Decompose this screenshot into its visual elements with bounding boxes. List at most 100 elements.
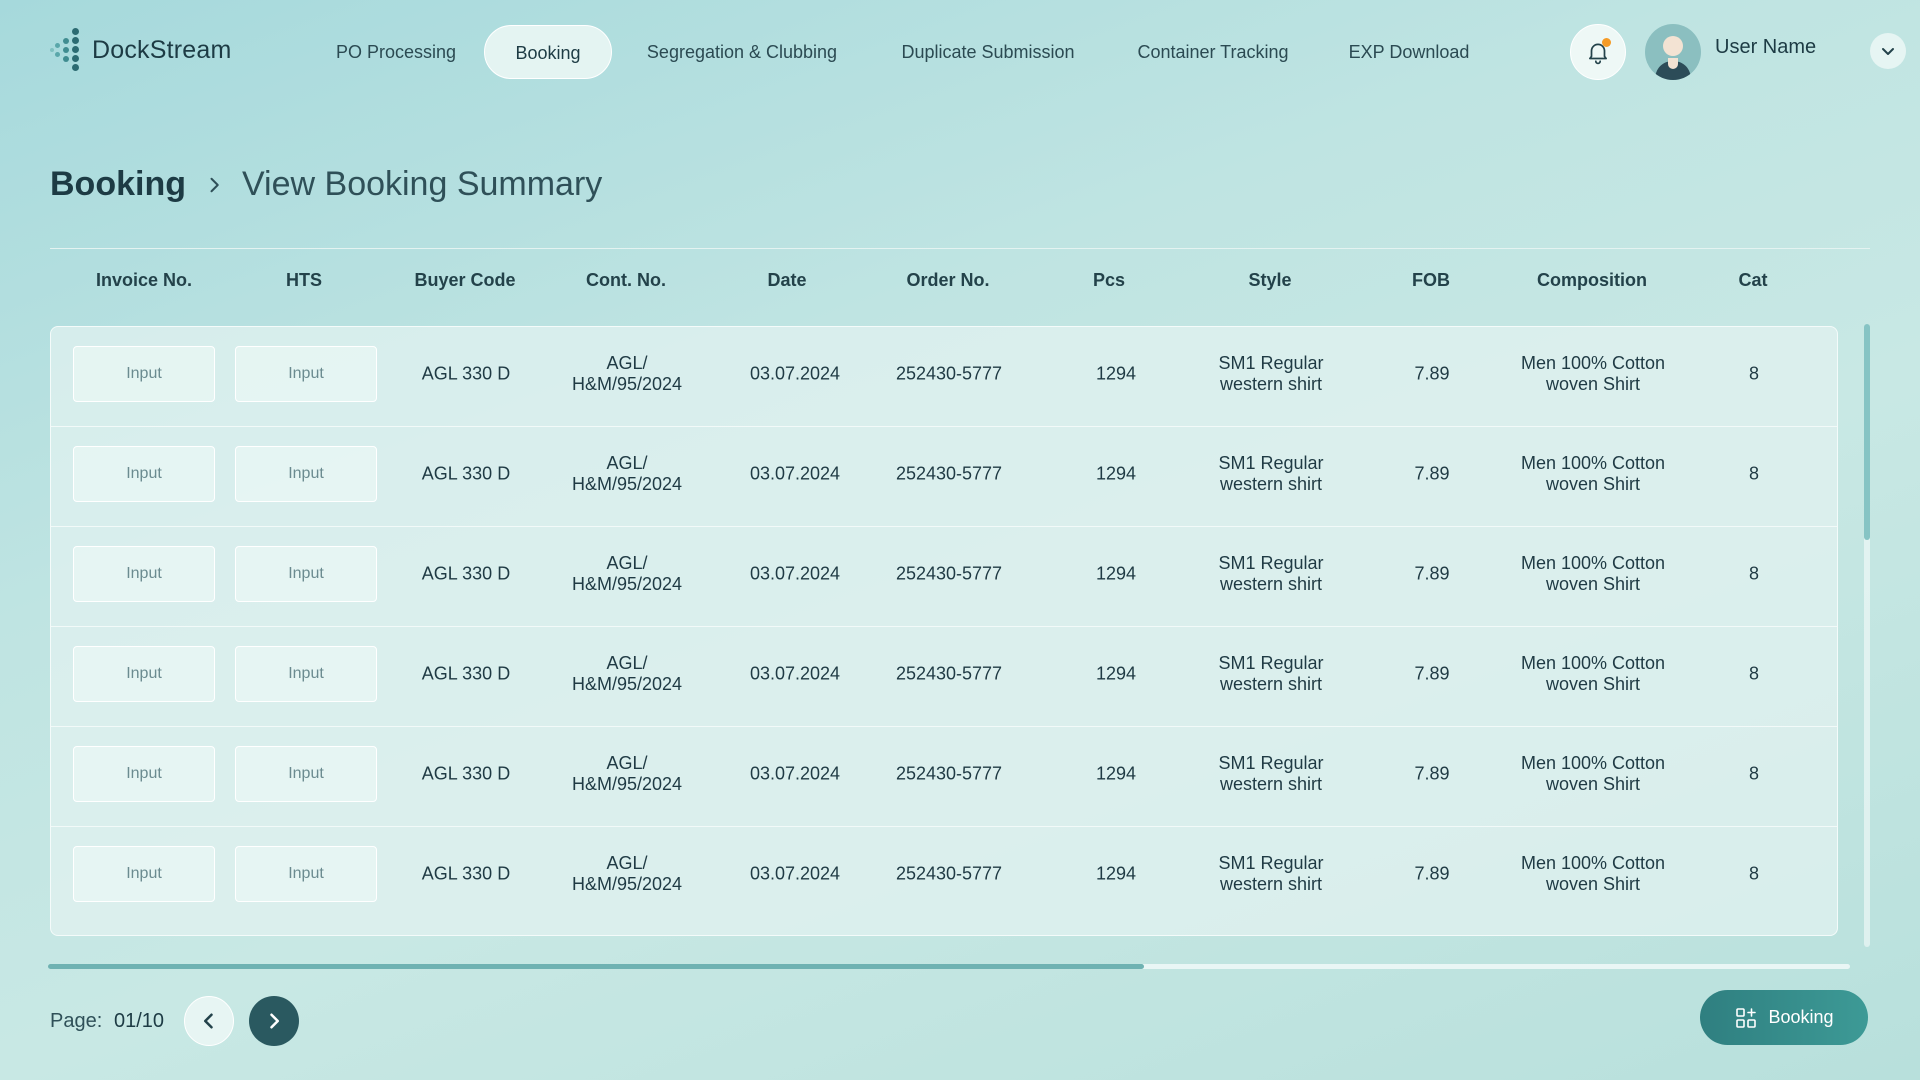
nav-item-exp-download[interactable]: EXP Download xyxy=(1336,25,1482,79)
style-cell: SM1 Regular western shirt xyxy=(1218,353,1323,395)
cont-no-line-2: H&M/95/2024 xyxy=(571,574,683,594)
dockstream-logo-icon xyxy=(50,28,80,72)
column-header-cont-no: Cont. No. xyxy=(586,270,666,290)
notification-dot xyxy=(1602,38,1611,47)
nav-item-duplicate-submission[interactable]: Duplicate Submission xyxy=(886,25,1090,79)
invoice-no-input[interactable] xyxy=(73,846,215,902)
style-line-1: SM1 Regular xyxy=(1218,453,1324,473)
cat-cell: 8 xyxy=(1748,763,1760,784)
booking-button[interactable]: Booking xyxy=(1700,990,1868,1045)
table-row: AGL 330 D AGL/H&M/95/2024 03.07.2024 252… xyxy=(51,327,1837,427)
cont-no-cell: AGL/H&M/95/2024 xyxy=(572,453,682,495)
nav-item-container-tracking[interactable]: Container Tracking xyxy=(1122,25,1304,79)
hts-input[interactable] xyxy=(235,546,377,602)
pcs-cell: 1294 xyxy=(1095,663,1137,684)
date-cell: 03.07.2024 xyxy=(749,463,841,484)
top-header: DockStream PO Processing Booking Segrega… xyxy=(0,0,1920,100)
booking-button-label: Booking xyxy=(1768,1007,1834,1027)
chevron-right-icon xyxy=(270,1013,279,1029)
order-no-cell: 252430-5777 xyxy=(895,663,1003,684)
pcs-cell: 1294 xyxy=(1095,763,1137,784)
cont-no-line-2: H&M/95/2024 xyxy=(571,374,683,394)
cat-cell: 8 xyxy=(1748,563,1760,584)
user-menu-toggle[interactable] xyxy=(1870,33,1906,69)
style-line-2: western shirt xyxy=(1219,474,1323,494)
composition-cell: Men 100% Cotton woven Shirt xyxy=(1521,653,1665,695)
order-no-cell: 252430-5777 xyxy=(895,763,1003,784)
invoice-no-input[interactable] xyxy=(73,646,215,702)
style-line-2: western shirt xyxy=(1219,774,1323,794)
composition-line-1: Men 100% Cotton xyxy=(1520,853,1666,873)
hts-input[interactable] xyxy=(235,746,377,802)
hts-input[interactable] xyxy=(235,346,377,402)
nav-item-segregation-clubbing[interactable]: Segregation & Clubbing xyxy=(628,25,856,79)
chevron-left-icon xyxy=(204,1013,213,1029)
cat-cell: 8 xyxy=(1748,863,1760,884)
breadcrumb-root[interactable]: Booking xyxy=(50,165,186,204)
notifications-button[interactable] xyxy=(1570,24,1626,80)
invoice-no-input[interactable] xyxy=(73,746,215,802)
fob-cell: 7.89 xyxy=(1414,763,1450,784)
table-row: AGL 330 D AGL/H&M/95/2024 03.07.2024 252… xyxy=(51,527,1837,627)
fob-cell: 7.89 xyxy=(1414,663,1450,684)
hts-input[interactable] xyxy=(235,646,377,702)
buyer-code-cell: AGL 330 D xyxy=(421,663,511,684)
date-cell: 03.07.2024 xyxy=(749,363,841,384)
cont-no-cell: AGL/H&M/95/2024 xyxy=(572,753,682,795)
composition-cell: Men 100% Cotton woven Shirt xyxy=(1521,553,1665,595)
invoice-no-input[interactable] xyxy=(73,346,215,402)
buyer-code-cell: AGL 330 D xyxy=(421,563,511,584)
vertical-scrollbar-thumb[interactable] xyxy=(1864,324,1870,540)
column-header-order-no: Order No. xyxy=(906,270,990,290)
style-line-1: SM1 Regular xyxy=(1218,753,1324,773)
horizontal-scrollbar[interactable] xyxy=(48,964,1850,969)
order-no-cell: 252430-5777 xyxy=(895,363,1003,384)
style-line-1: SM1 Regular xyxy=(1218,853,1324,873)
invoice-no-input[interactable] xyxy=(73,446,215,502)
header-divider xyxy=(50,248,1870,249)
cont-no-line-2: H&M/95/2024 xyxy=(571,774,683,794)
cont-no-line-1: AGL/ xyxy=(606,453,648,473)
column-header-buyer-code: Buyer Code xyxy=(414,270,516,290)
buyer-code-cell: AGL 330 D xyxy=(421,863,511,884)
date-cell: 03.07.2024 xyxy=(749,563,841,584)
previous-page-button[interactable] xyxy=(184,996,234,1046)
cont-no-line-2: H&M/95/2024 xyxy=(571,674,683,694)
nav-item-booking[interactable]: Booking xyxy=(484,25,612,79)
app-logo[interactable]: DockStream xyxy=(50,28,232,72)
hts-input[interactable] xyxy=(235,846,377,902)
page-label: Page: xyxy=(50,1010,103,1032)
style-cell: SM1 Regular western shirt xyxy=(1218,753,1323,795)
cont-no-line-1: AGL/ xyxy=(606,753,648,773)
table-row: AGL 330 D AGL/H&M/95/2024 03.07.2024 252… xyxy=(51,727,1837,827)
user-avatar-icon[interactable] xyxy=(1645,24,1701,80)
next-page-button[interactable] xyxy=(249,996,299,1046)
table-row: AGL 330 D AGL/H&M/95/2024 03.07.2024 252… xyxy=(51,627,1837,727)
style-line-2: western shirt xyxy=(1219,674,1323,694)
column-header-cat: Cat xyxy=(1738,270,1768,290)
style-line-2: western shirt xyxy=(1219,374,1323,394)
cont-no-line-1: AGL/ xyxy=(606,853,648,873)
table-body: AGL 330 D AGL/H&M/95/2024 03.07.2024 252… xyxy=(50,326,1838,936)
date-cell: 03.07.2024 xyxy=(749,763,841,784)
buyer-code-cell: AGL 330 D xyxy=(421,763,511,784)
invoice-no-input[interactable] xyxy=(73,546,215,602)
style-line-1: SM1 Regular xyxy=(1218,653,1324,673)
nav-item-po-processing[interactable]: PO Processing xyxy=(320,25,472,79)
app-name: DockStream xyxy=(92,35,232,64)
cat-cell: 8 xyxy=(1748,363,1760,384)
column-header-pcs: Pcs xyxy=(1092,270,1126,290)
page-title: View Booking Summary xyxy=(241,165,603,203)
vertical-scrollbar[interactable] xyxy=(1864,324,1870,947)
hts-input[interactable] xyxy=(235,446,377,502)
chevron-down-icon xyxy=(1882,48,1894,55)
composition-line-1: Men 100% Cotton xyxy=(1520,753,1666,773)
cont-no-cell: AGL/H&M/95/2024 xyxy=(572,653,682,695)
horizontal-scrollbar-thumb[interactable] xyxy=(48,964,1144,969)
buyer-code-cell: AGL 330 D xyxy=(421,463,511,484)
fob-cell: 7.89 xyxy=(1414,863,1450,884)
cont-no-line-2: H&M/95/2024 xyxy=(571,874,683,894)
date-cell: 03.07.2024 xyxy=(749,863,841,884)
user-name[interactable]: User Name xyxy=(1715,36,1816,59)
cat-cell: 8 xyxy=(1748,663,1760,684)
